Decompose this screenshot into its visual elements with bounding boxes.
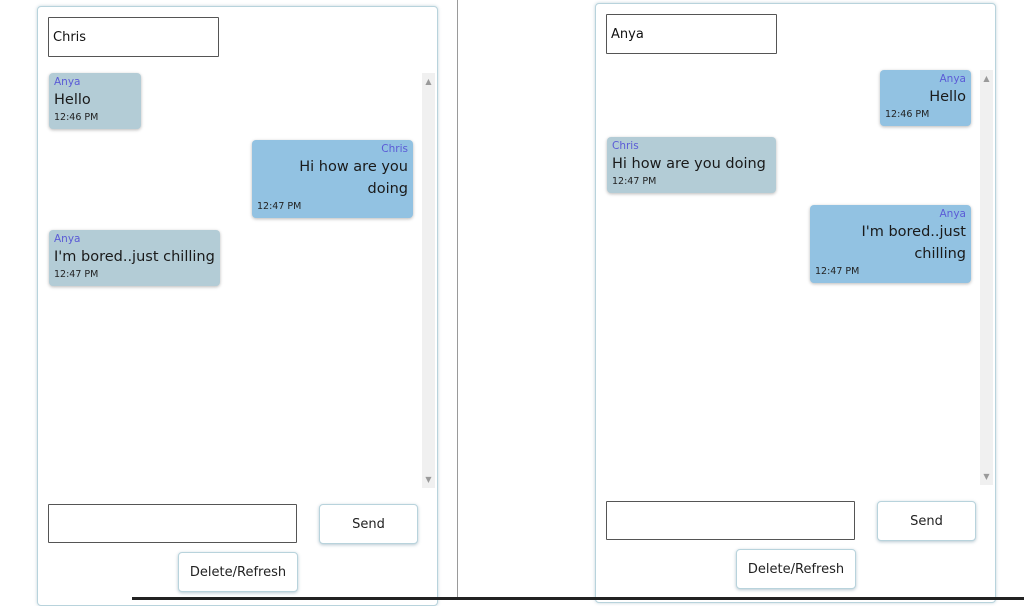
message-scrollbar[interactable]: ▲ ▼ xyxy=(980,70,993,485)
send-button[interactable]: Send xyxy=(877,501,976,541)
message-text: Hi how are you doing xyxy=(612,156,766,172)
chat-card: Anya Hello 12:46 PM Chris Hi how are you… xyxy=(37,6,438,606)
message-time: 12:46 PM xyxy=(885,109,930,120)
message-bubble: Anya I'm bored..just chilling 12:47 PM xyxy=(810,205,971,283)
username-input[interactable] xyxy=(48,17,219,57)
message-bubble: Anya I'm bored..just chilling 12:47 PM xyxy=(49,230,220,286)
message-input[interactable] xyxy=(606,501,855,540)
message-input[interactable] xyxy=(48,504,297,543)
message-text: Hi how are you doing xyxy=(299,159,408,197)
scroll-up-arrow-icon[interactable]: ▲ xyxy=(422,75,435,88)
message-scrollbar[interactable]: ▲ ▼ xyxy=(422,73,435,488)
send-button[interactable]: Send xyxy=(319,504,418,544)
message-text: Hello xyxy=(54,92,91,108)
username-input[interactable] xyxy=(606,14,777,54)
message-time: 12:47 PM xyxy=(54,269,99,280)
scroll-down-arrow-icon[interactable]: ▼ xyxy=(980,470,993,483)
message-bubble: Anya Hello 12:46 PM xyxy=(880,70,971,126)
message-bubble: Chris Hi how are you doing 12:47 PM xyxy=(607,137,776,193)
message-sender: Chris xyxy=(381,143,408,155)
message-text: I'm bored..just chilling xyxy=(861,224,966,262)
scroll-down-arrow-icon[interactable]: ▼ xyxy=(422,473,435,486)
message-sender: Anya xyxy=(939,208,967,220)
message-bubble: Anya Hello 12:46 PM xyxy=(49,73,141,129)
message-sender: Anya xyxy=(54,233,81,245)
chat-card: Anya Hello 12:46 PM Chris Hi how are you… xyxy=(595,3,996,603)
message-list[interactable]: Anya Hello 12:46 PM Chris Hi how are you… xyxy=(38,73,431,488)
delete-refresh-button[interactable]: Delete/Refresh xyxy=(178,552,298,592)
message-time: 12:47 PM xyxy=(612,176,657,187)
message-bubble: Chris Hi how are you doing 12:47 PM xyxy=(252,140,413,218)
message-time: 12:47 PM xyxy=(815,266,860,277)
delete-refresh-button[interactable]: Delete/Refresh xyxy=(736,549,856,589)
message-text: I'm bored..just chilling xyxy=(54,249,215,265)
message-sender: Anya xyxy=(54,76,81,88)
left-chat-window: Anya Hello 12:46 PM Chris Hi how are you… xyxy=(0,0,458,606)
message-sender: Chris xyxy=(612,140,639,152)
scroll-up-arrow-icon[interactable]: ▲ xyxy=(980,72,993,85)
message-time: 12:46 PM xyxy=(54,112,99,123)
message-time: 12:47 PM xyxy=(257,201,302,212)
message-sender: Anya xyxy=(939,73,967,85)
right-chat-window: Anya Hello 12:46 PM Chris Hi how are you… xyxy=(459,0,1024,603)
message-text: Hello xyxy=(929,89,966,105)
message-list[interactable]: Anya Hello 12:46 PM Chris Hi how are you… xyxy=(596,70,989,485)
